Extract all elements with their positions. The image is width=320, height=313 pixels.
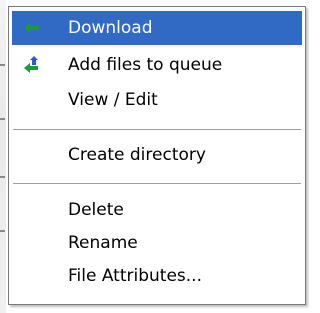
menu-item-delete[interactable]: Delete [12,193,302,227]
screen: Download Add files to queue View / Edit … [0,0,316,313]
background-mark [0,118,5,120]
menu-item-label: Delete [68,200,124,220]
menu-item-download[interactable]: Download [12,11,302,45]
add-to-queue-icon [24,56,38,73]
menu-item-label: View / Edit [68,90,158,110]
menu-item-add-files-to-queue[interactable]: Add files to queue [12,48,302,82]
background-mark [0,230,5,232]
menu-item-view-edit[interactable]: View / Edit [12,83,302,117]
menu-item-label: Rename [68,233,138,253]
background-window-edge [0,0,6,313]
menu-item-create-directory[interactable]: Create directory [12,138,302,172]
menu-item-rename[interactable]: Rename [12,226,302,260]
download-arrow-icon [24,23,39,33]
menu-separator [13,129,301,131]
menu-item-label: File Attributes... [68,266,202,286]
menu-item-label: Add files to queue [68,55,223,75]
menu-item-file-attributes[interactable]: File Attributes... [12,259,302,293]
background-mark [0,64,5,66]
context-menu: Download Add files to queue View / Edit … [8,6,306,305]
menu-separator [13,183,301,185]
menu-item-label: Create directory [68,145,206,165]
menu-item-label: Download [68,18,153,38]
background-mark [0,176,5,178]
